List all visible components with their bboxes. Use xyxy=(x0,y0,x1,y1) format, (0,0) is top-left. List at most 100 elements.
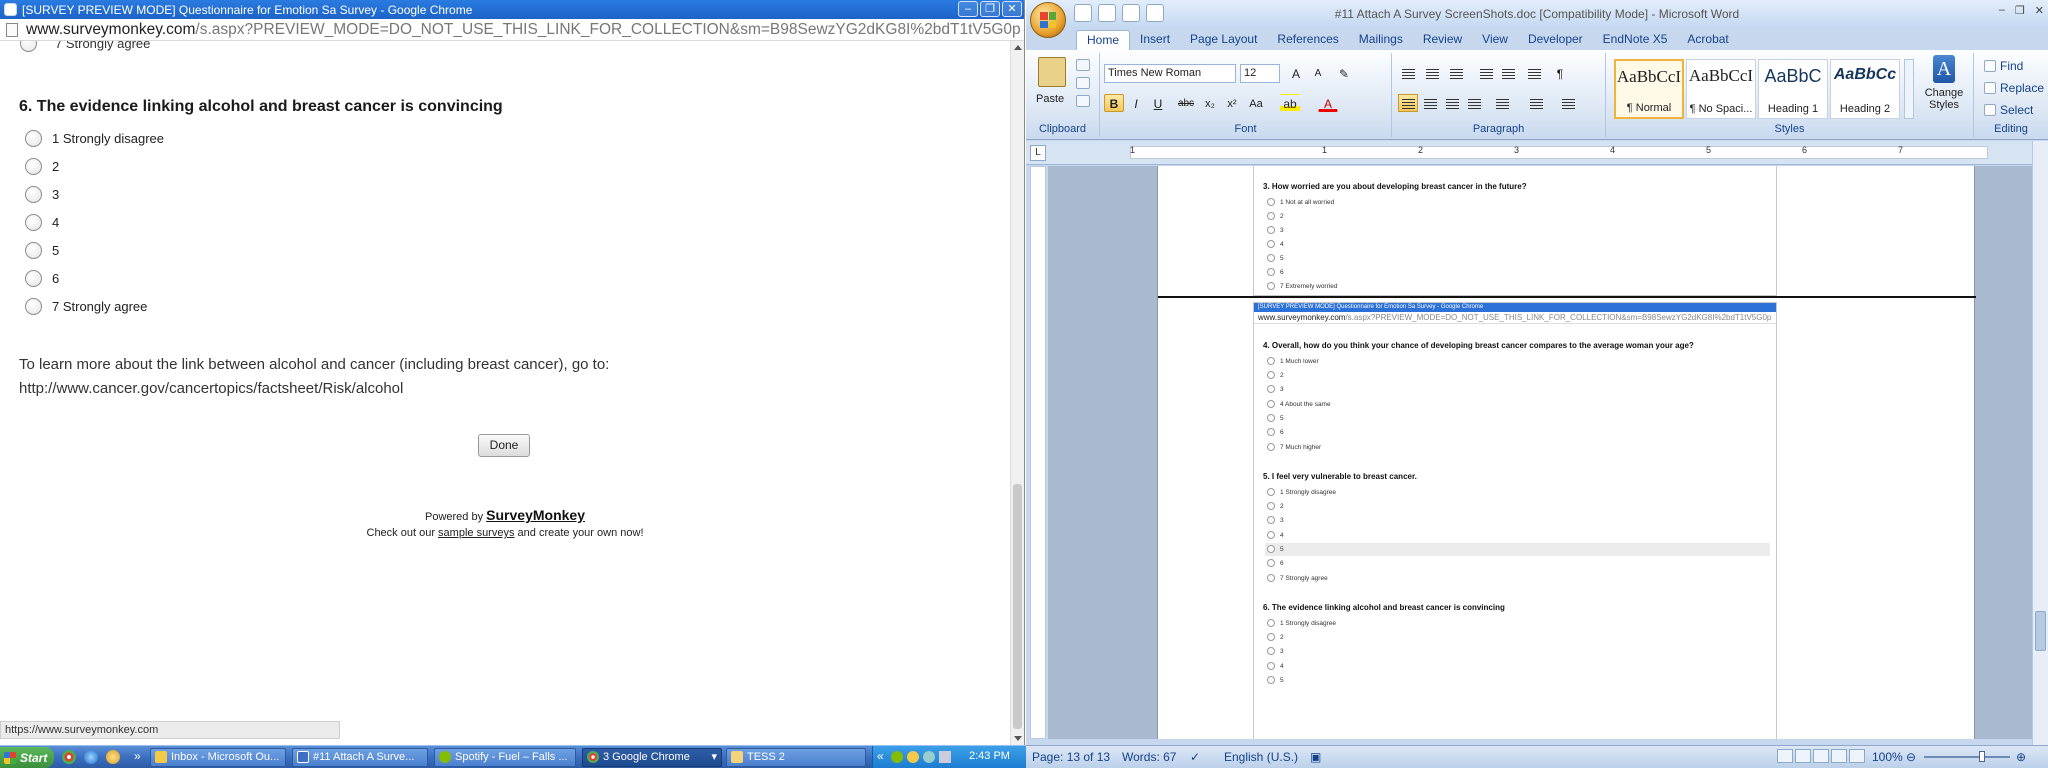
sort-icon[interactable] xyxy=(1524,64,1544,82)
chrome-title-bar[interactable]: [SURVEY PREVIEW MODE] Questionnaire for … xyxy=(0,0,1024,19)
scroll-thumb[interactable] xyxy=(1013,484,1022,729)
italic-icon[interactable]: I xyxy=(1126,94,1146,112)
format-painter-icon[interactable] xyxy=(1076,95,1090,107)
radio-button[interactable] xyxy=(20,41,37,52)
change-styles-button[interactable]: A Change Styles xyxy=(1918,55,1970,111)
outline-icon[interactable] xyxy=(1831,749,1847,763)
print-layout-icon[interactable] xyxy=(1777,749,1793,763)
volume-icon[interactable] xyxy=(939,751,951,763)
word-count[interactable]: Words: 67 xyxy=(1122,750,1176,764)
align-center-icon[interactable] xyxy=(1420,94,1440,112)
shrink-font-icon[interactable]: A xyxy=(1308,64,1328,82)
info-link[interactable]: http://www.cancer.gov/cancertopics/facts… xyxy=(19,377,609,401)
select-button[interactable]: Select xyxy=(1984,103,2033,117)
radio-button[interactable] xyxy=(25,213,42,231)
done-button[interactable]: Done xyxy=(478,434,530,457)
grow-font-icon[interactable]: A xyxy=(1286,64,1306,82)
tray-icon[interactable] xyxy=(907,751,919,763)
style-heading-1[interactable]: AaBbC Heading 1 xyxy=(1758,59,1828,119)
font-color-icon[interactable]: A xyxy=(1318,94,1338,112)
task-word[interactable]: #11 Attach A Surve... xyxy=(292,748,428,767)
survey-option[interactable]: 6 xyxy=(25,269,59,287)
task-outlook[interactable]: Inbox - Microsoft Ou... xyxy=(150,748,286,767)
radio-button[interactable] xyxy=(25,269,42,287)
maximize-icon[interactable]: ❐ xyxy=(2015,4,2025,17)
word-title-bar[interactable]: #11 Attach A Survey ScreenShots.doc [Com… xyxy=(1026,0,2048,38)
scroll-thumb[interactable] xyxy=(2035,611,2046,651)
close-icon[interactable]: ✕ xyxy=(1002,1,1022,17)
shading-icon[interactable] xyxy=(1526,94,1546,112)
tab-endnote[interactable]: EndNote X5 xyxy=(1593,30,1678,50)
zoom-out-icon[interactable]: ⊖ xyxy=(1906,750,1916,764)
paste-icon[interactable] xyxy=(1038,57,1066,87)
scroll-down-icon[interactable] xyxy=(1014,736,1022,741)
tab-home[interactable]: Home xyxy=(1076,30,1131,50)
justify-icon[interactable] xyxy=(1464,94,1484,112)
tab-page-layout[interactable]: Page Layout xyxy=(1180,30,1267,50)
tray-icon[interactable] xyxy=(923,751,935,763)
superscript-icon[interactable]: x² xyxy=(1222,94,1242,112)
style-no-spacing[interactable]: AaBbCcI ¶ No Spaci... xyxy=(1686,59,1756,119)
chrome-scrollbar[interactable] xyxy=(1010,41,1024,745)
tab-selector-icon[interactable]: L xyxy=(1030,145,1046,161)
web-layout-icon[interactable] xyxy=(1813,749,1829,763)
radio-button[interactable] xyxy=(25,129,42,147)
zoom-slider[interactable] xyxy=(1924,751,2010,762)
tab-review[interactable]: Review xyxy=(1413,30,1472,50)
tab-references[interactable]: References xyxy=(1267,30,1348,50)
bold-icon[interactable]: B xyxy=(1104,94,1124,112)
font-size-field[interactable]: 12 xyxy=(1240,64,1280,83)
office-button-icon[interactable] xyxy=(1030,2,1066,38)
numbering-icon[interactable] xyxy=(1422,64,1442,82)
survey-option[interactable]: 1 Strongly disagree xyxy=(25,129,164,147)
maximize-icon[interactable]: ❐ xyxy=(980,1,1000,17)
task-tess[interactable]: TESS 2 xyxy=(726,748,866,767)
horizontal-ruler[interactable]: L 1 1 2 3 4 5 6 7 xyxy=(1026,141,2048,165)
tab-view[interactable]: View xyxy=(1472,30,1518,50)
task-spotify[interactable]: Spotify - Fuel – Falls ... xyxy=(434,748,576,767)
style-heading-2[interactable]: AaBbCc Heading 2 xyxy=(1830,59,1900,119)
radio-button[interactable] xyxy=(25,157,42,175)
more-icon[interactable]: » xyxy=(134,749,141,763)
borders-icon[interactable] xyxy=(1558,94,1578,112)
align-right-icon[interactable] xyxy=(1442,94,1462,112)
language[interactable]: English (U.S.) xyxy=(1224,750,1298,764)
ie-quicklaunch-icon[interactable] xyxy=(84,750,98,764)
tab-mailings[interactable]: Mailings xyxy=(1349,30,1413,50)
change-case-icon[interactable]: Aa xyxy=(1246,94,1266,112)
underline-icon[interactable]: U xyxy=(1148,94,1168,112)
align-left-icon[interactable] xyxy=(1398,94,1418,112)
multilevel-list-icon[interactable] xyxy=(1446,64,1466,82)
proofing-icon[interactable]: ✓ xyxy=(1190,750,1200,764)
radio-button[interactable] xyxy=(25,241,42,259)
survey-option[interactable]: 3 xyxy=(25,185,59,203)
survey-option[interactable]: 4 xyxy=(25,213,59,231)
word-scrollbar[interactable] xyxy=(2032,141,2048,745)
zoom-knob[interactable] xyxy=(1979,751,1985,762)
previous-question-option[interactable]: 7 Strongly agree xyxy=(20,41,150,52)
font-name-field[interactable]: Times New Roman xyxy=(1104,64,1236,83)
cut-icon[interactable] xyxy=(1076,59,1090,71)
clock[interactable]: 2:43 PM xyxy=(969,750,1010,762)
show-marks-icon[interactable]: ¶ xyxy=(1550,64,1570,82)
macro-icon[interactable]: ▣ xyxy=(1310,750,1321,764)
radio-button[interactable] xyxy=(25,297,42,315)
tab-acrobat[interactable]: Acrobat xyxy=(1677,30,1738,50)
strikethrough-icon[interactable]: abc xyxy=(1176,94,1196,112)
minimize-icon[interactable]: – xyxy=(958,1,978,17)
close-icon[interactable]: ✕ xyxy=(2035,4,2044,17)
document-area[interactable]: 3. How worried are you about developing … xyxy=(1048,166,2032,739)
decrease-indent-icon[interactable] xyxy=(1476,64,1496,82)
tray-expand-icon[interactable]: « xyxy=(877,749,884,763)
find-button[interactable]: Find xyxy=(1984,59,2023,73)
chevron-down-icon[interactable]: ▾ xyxy=(711,749,717,766)
scroll-up-icon[interactable] xyxy=(1014,45,1022,50)
style-normal[interactable]: AaBbCcI ¶ Normal xyxy=(1614,59,1684,119)
address-bar[interactable]: www.surveymonkey.com/s.aspx?PREVIEW_MODE… xyxy=(0,19,1024,41)
paste-button[interactable]: Paste xyxy=(1036,93,1064,105)
zoom-in-icon[interactable]: ⊕ xyxy=(2016,750,2026,764)
subscript-icon[interactable]: x₂ xyxy=(1200,94,1220,112)
draft-icon[interactable] xyxy=(1849,749,1865,763)
vertical-ruler[interactable] xyxy=(1030,166,1046,739)
copy-icon[interactable] xyxy=(1076,77,1090,89)
